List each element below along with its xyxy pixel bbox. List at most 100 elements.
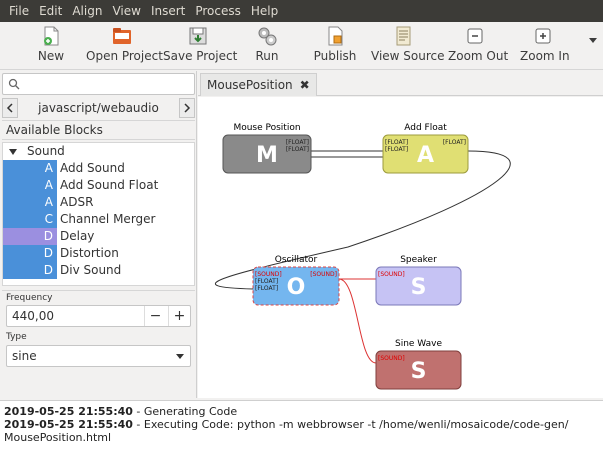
input-port[interactable]: [SOUND] bbox=[378, 355, 405, 362]
decrement-button[interactable]: − bbox=[144, 306, 166, 326]
category-label: Sound bbox=[27, 144, 65, 158]
block-badge: D bbox=[3, 228, 57, 245]
type-value: sine bbox=[12, 349, 37, 363]
input-port[interactable]: [FLOAT] bbox=[385, 139, 408, 146]
block-letter: S bbox=[411, 359, 427, 384]
library-name: javascript/webaudio bbox=[38, 101, 159, 115]
tab-bar: MousePosition ✖ bbox=[198, 71, 603, 96]
block-name: Add Sound bbox=[60, 161, 125, 175]
block-speaker[interactable]: Speaker S [SOUND] bbox=[375, 255, 462, 306]
library-selector: javascript/webaudio bbox=[2, 98, 195, 118]
type-select[interactable]: sine bbox=[6, 345, 191, 367]
block-badge: D bbox=[3, 262, 57, 279]
menu-edit[interactable]: Edit bbox=[34, 0, 67, 22]
block-badge: C bbox=[3, 211, 57, 228]
menu-file[interactable]: File bbox=[4, 0, 34, 22]
console-line: MousePosition.html bbox=[4, 431, 112, 444]
increment-button[interactable]: + bbox=[168, 306, 190, 326]
folder-icon bbox=[111, 25, 133, 47]
tab-label: MousePosition bbox=[207, 78, 293, 92]
block-letter: O bbox=[287, 275, 306, 300]
gears-icon bbox=[256, 25, 278, 47]
block-sine[interactable]: Sine Wave S [SOUND] bbox=[375, 339, 462, 390]
block-name: Delay bbox=[60, 229, 95, 243]
toolbar: New Open Project Save Project Run Publis… bbox=[0, 22, 603, 70]
block-item[interactable]: D Distortion bbox=[3, 245, 194, 262]
toolbar-overflow-icon[interactable] bbox=[589, 38, 597, 43]
block-title: Speaker bbox=[400, 255, 437, 265]
block-name: Distortion bbox=[60, 246, 119, 260]
input-port[interactable]: [FLOAT] bbox=[385, 146, 408, 153]
menu-help[interactable]: Help bbox=[246, 0, 283, 22]
run-button[interactable]: Run bbox=[253, 25, 281, 63]
connection-line[interactable] bbox=[338, 278, 377, 364]
console-line: 2019-05-25 21:55:40 - Executing Code: py… bbox=[4, 418, 569, 431]
block-title: Add Float bbox=[404, 123, 447, 133]
tab-mouseposition[interactable]: MousePosition ✖ bbox=[200, 73, 317, 96]
view-source-button[interactable]: View Source bbox=[371, 25, 445, 63]
block-item[interactable]: D Div Sound bbox=[3, 262, 194, 279]
block-badge: A bbox=[3, 177, 57, 194]
frequency-value[interactable]: 440,00 bbox=[12, 309, 54, 323]
chevron-right-icon bbox=[184, 103, 191, 113]
menu-process[interactable]: Process bbox=[190, 0, 246, 22]
available-blocks-header: Available Blocks bbox=[2, 120, 195, 140]
zoom-out-button[interactable]: Zoom Out bbox=[448, 25, 508, 63]
search-icon bbox=[8, 78, 20, 93]
input-port[interactable]: [FLOAT] bbox=[255, 278, 278, 285]
output-port[interactable]: [FLOAT] bbox=[286, 139, 309, 146]
open-project-button[interactable]: Open Project bbox=[86, 25, 163, 63]
diagram-canvas[interactable]: Mouse Position M [FLOAT] [FLOAT] Add Float A [… bbox=[198, 97, 603, 398]
menu-bar: File Edit Align View Insert Process Help bbox=[0, 0, 603, 22]
input-port[interactable]: [SOUND] bbox=[378, 271, 405, 278]
previous-library-button[interactable] bbox=[2, 98, 18, 118]
output-port[interactable]: [FLOAT] bbox=[443, 139, 466, 146]
zoom-in-button[interactable]: Zoom In bbox=[520, 25, 570, 63]
next-library-button[interactable] bbox=[179, 98, 195, 118]
block-mouse[interactable]: Mouse Position M [FLOAT][FLOAT] bbox=[222, 123, 312, 174]
type-label: Type bbox=[6, 332, 27, 342]
output-port[interactable]: [SOUND] bbox=[310, 271, 337, 278]
connections bbox=[215, 150, 511, 364]
expand-arrow-icon bbox=[9, 148, 17, 155]
block-letter: S bbox=[411, 275, 427, 300]
block-badge: D bbox=[3, 245, 57, 262]
console-line: 2019-05-25 21:55:40 - Generating Code bbox=[4, 405, 238, 418]
close-icon[interactable]: ✖ bbox=[300, 78, 310, 92]
diagram[interactable]: Mouse PositionM[FLOAT][FLOAT] Add Float A [… bbox=[198, 97, 603, 398]
block-badge: A bbox=[3, 194, 57, 211]
frequency-label: Frequency bbox=[6, 293, 53, 303]
block-item[interactable]: A Add Sound bbox=[3, 160, 194, 177]
chevron-left-icon bbox=[6, 103, 13, 113]
source-icon bbox=[392, 25, 414, 47]
menu-align[interactable]: Align bbox=[67, 0, 107, 22]
block-title: Sine Wave bbox=[395, 339, 442, 349]
search-input[interactable] bbox=[2, 73, 195, 95]
block-title: Mouse Position bbox=[233, 123, 300, 133]
block-item[interactable]: A Add Sound Float bbox=[3, 177, 194, 194]
output-port[interactable]: [FLOAT] bbox=[286, 146, 309, 153]
block-letter: A bbox=[417, 143, 434, 168]
block-name: Div Sound bbox=[60, 263, 122, 277]
block-osc[interactable]: OscillatorO[SOUND][FLOAT][FLOAT][SOUND] bbox=[252, 255, 340, 306]
tree-category-sound[interactable]: Sound bbox=[3, 143, 194, 160]
console-output: 2019-05-25 21:55:40 - Generating Code 201… bbox=[0, 400, 603, 455]
save-project-button[interactable]: Save Project bbox=[163, 25, 237, 63]
block-badge: A bbox=[3, 160, 57, 177]
block-item[interactable]: A ADSR bbox=[3, 194, 194, 211]
menu-view[interactable]: View bbox=[107, 0, 145, 22]
menu-insert[interactable]: Insert bbox=[146, 0, 190, 22]
save-icon bbox=[187, 25, 209, 47]
frequency-spinner[interactable]: 440,00 − + bbox=[6, 305, 191, 327]
input-port[interactable]: [SOUND] bbox=[255, 271, 282, 278]
block-title: Oscillator bbox=[275, 255, 318, 265]
block-name: Channel Merger bbox=[60, 212, 156, 226]
block-item[interactable]: D Delay bbox=[3, 228, 194, 245]
block-add[interactable]: Add FloatA[FLOAT][FLOAT][FLOAT] bbox=[382, 123, 469, 174]
input-port[interactable]: [FLOAT] bbox=[255, 285, 278, 292]
block-name: ADSR bbox=[60, 195, 94, 209]
block-library-panel: javascript/webaudio Available Blocks Sou… bbox=[0, 71, 197, 398]
block-item[interactable]: C Channel Merger bbox=[3, 211, 194, 228]
publish-button[interactable]: Publish bbox=[313, 25, 357, 63]
new-button[interactable]: New bbox=[36, 25, 66, 63]
